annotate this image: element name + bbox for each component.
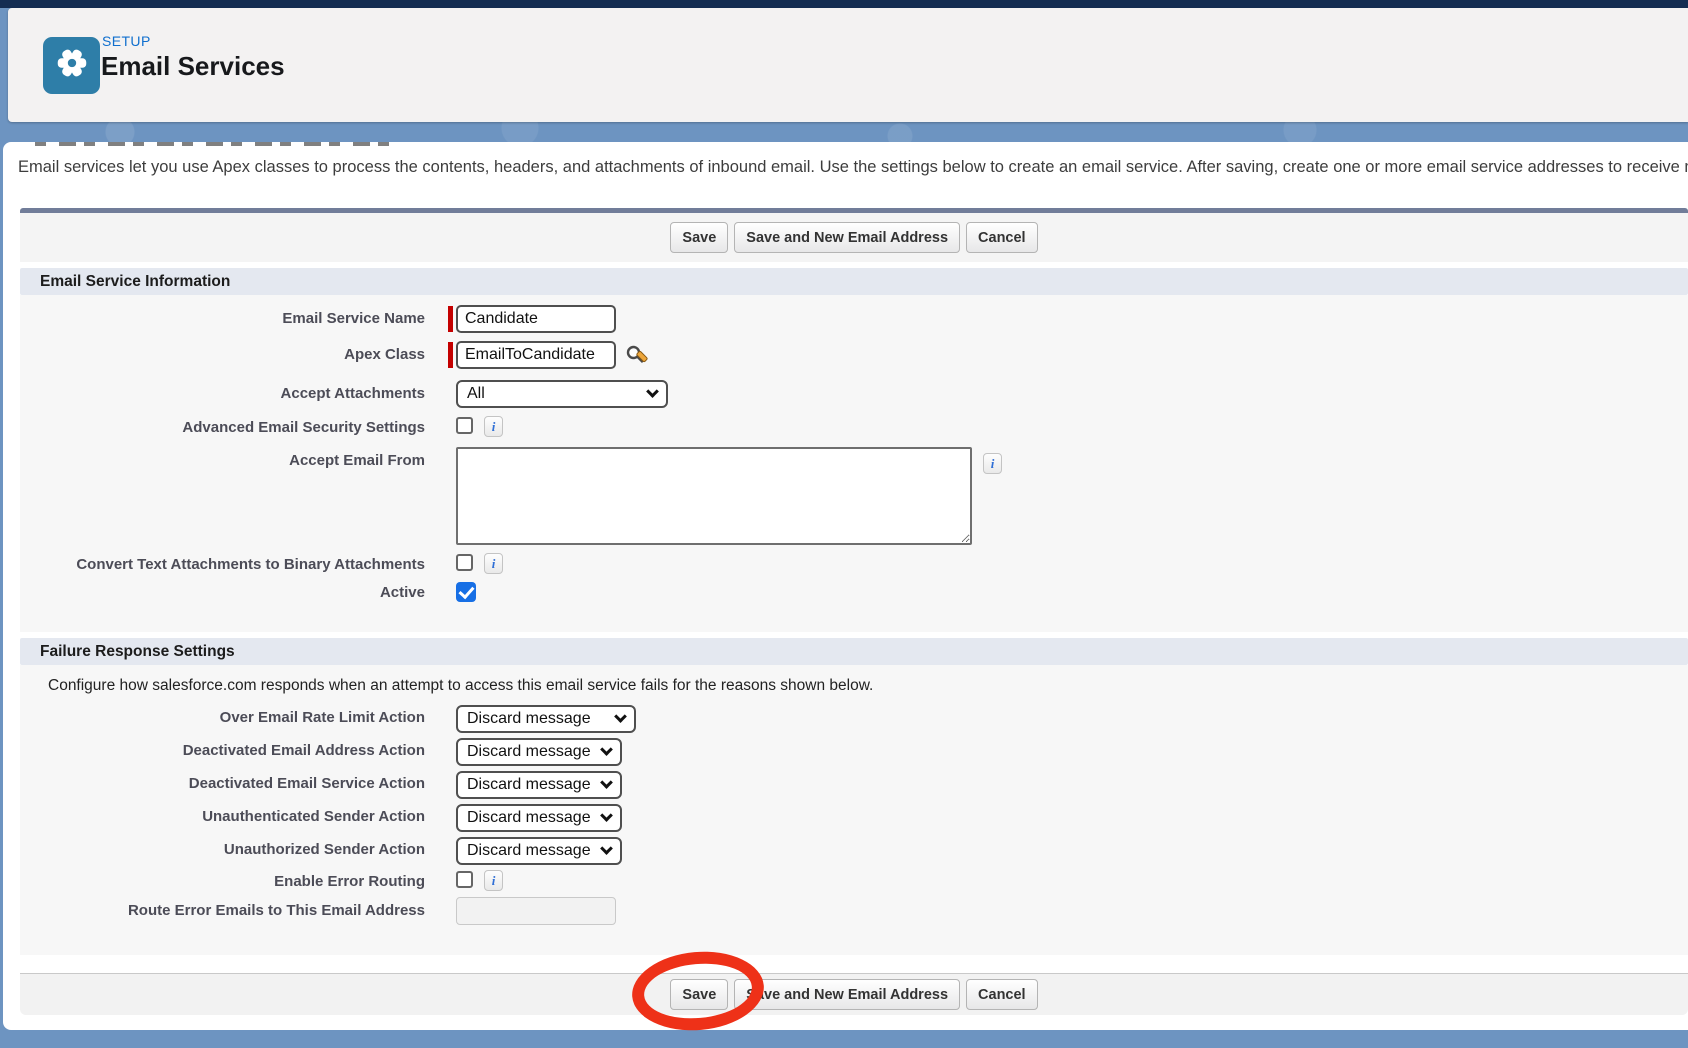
clipped-heading-sliver <box>35 142 391 146</box>
active-checkbox[interactable] <box>456 582 476 602</box>
cancel-button-top[interactable]: Cancel <box>966 222 1038 253</box>
section-header-failure-response-settings: Failure Response Settings <box>20 638 1688 665</box>
over-rate-label: Over Email Rate Limit Action <box>20 705 425 726</box>
field-row-over-rate: Over Email Rate Limit Action Discard mes… <box>20 705 1688 733</box>
info-icon[interactable]: i <box>983 453 1002 474</box>
convert-text-checkbox[interactable] <box>456 554 473 571</box>
unauth-sender-select[interactable]: Discard message <box>456 804 622 832</box>
deact-address-value: Discard message <box>467 743 591 761</box>
cancel-button-bottom[interactable]: Cancel <box>966 979 1038 1010</box>
email-services-setup-page: { "header": { "eyebrow": "SETUP", "title… <box>0 0 1688 1048</box>
bottom-button-row: Save Save and New Email Address Cancel <box>20 973 1688 1015</box>
unauth-sender-value: Discard message <box>467 809 591 827</box>
accept-attachments-label: Accept Attachments <box>20 380 425 402</box>
over-rate-select[interactable]: Discard message <box>456 705 636 733</box>
chevron-down-icon <box>600 743 613 756</box>
unauthz-sender-select[interactable]: Discard message <box>456 837 622 865</box>
gear-icon <box>53 44 91 87</box>
accept-attachments-select[interactable]: All <box>456 380 668 408</box>
accept-attachments-value: All <box>467 385 485 403</box>
advanced-security-label: Advanced Email Security Settings <box>20 416 425 436</box>
chevron-down-icon <box>600 776 613 789</box>
required-indicator <box>448 342 453 368</box>
accept-email-from-textarea[interactable] <box>456 447 972 545</box>
field-row-error-routing: Enable Error Routing i <box>20 870 1688 891</box>
save-and-new-button-top[interactable]: Save and New Email Address <box>734 222 960 253</box>
page-title: Email Services <box>101 51 285 82</box>
lookup-icon[interactable] <box>624 344 648 372</box>
section-body-email-service-information: Email Service Name Apex Class <box>20 295 1688 632</box>
save-button-top[interactable]: Save <box>670 222 728 253</box>
field-row-deact-address: Deactivated Email Address Action Discard… <box>20 738 1688 766</box>
field-row-convert-text: Convert Text Attachments to Binary Attac… <box>20 553 1688 574</box>
field-row-accept-attachments: Accept Attachments All <box>20 380 1688 408</box>
field-row-unauthz-sender: Unauthorized Sender Action Discard messa… <box>20 837 1688 865</box>
over-rate-value: Discard message <box>467 710 591 728</box>
unauthz-sender-value: Discard message <box>467 842 591 860</box>
info-icon[interactable]: i <box>484 416 503 437</box>
page-description: Email services let you use Apex classes … <box>18 158 1688 182</box>
section-body-failure-response-settings: Configure how salesforce.com responds wh… <box>20 665 1688 955</box>
unauthz-sender-label: Unauthorized Sender Action <box>20 837 425 858</box>
apex-class-input[interactable] <box>456 341 616 369</box>
field-row-deact-service: Deactivated Email Service Action Discard… <box>20 771 1688 799</box>
deact-service-value: Discard message <box>467 776 591 794</box>
section-header-email-service-information: Email Service Information <box>20 268 1688 295</box>
field-row-route-error: Route Error Emails to This Email Address <box>20 897 1688 925</box>
route-error-input[interactable] <box>456 897 616 925</box>
error-routing-checkbox[interactable] <box>456 871 473 888</box>
info-icon[interactable]: i <box>484 553 503 574</box>
accept-email-from-label: Accept Email From <box>20 447 425 469</box>
field-row-advanced-security: Advanced Email Security Settings i <box>20 416 1688 437</box>
top-button-row: Save Save and New Email Address Cancel <box>20 213 1688 262</box>
deact-address-select[interactable]: Discard message <box>456 738 622 766</box>
info-icon[interactable]: i <box>484 870 503 891</box>
email-service-name-input[interactable] <box>456 305 616 333</box>
browser-top-strip <box>0 0 1688 8</box>
setup-page-header: SETUP Email Services <box>8 8 1688 122</box>
convert-text-label: Convert Text Attachments to Binary Attac… <box>20 553 425 573</box>
chevron-down-icon <box>600 809 613 822</box>
deact-service-select[interactable]: Discard message <box>456 771 622 799</box>
field-row-apex-class: Apex Class <box>20 341 1688 372</box>
main-content-card: Email services let you use Apex classes … <box>3 142 1688 1030</box>
deact-service-label: Deactivated Email Service Action <box>20 771 425 792</box>
field-row-email-service-name: Email Service Name <box>20 305 1688 333</box>
unauth-sender-label: Unauthenticated Sender Action <box>20 804 425 825</box>
setup-eyebrow: SETUP <box>102 33 151 49</box>
field-row-accept-email-from: Accept Email From i <box>20 447 1688 545</box>
route-error-label: Route Error Emails to This Email Address <box>20 897 425 919</box>
chevron-down-icon <box>646 385 659 398</box>
field-row-active: Active <box>20 580 1688 602</box>
failure-settings-note: Configure how salesforce.com responds wh… <box>20 673 1688 705</box>
required-indicator <box>448 306 453 332</box>
apex-class-label: Apex Class <box>20 341 425 363</box>
deact-address-label: Deactivated Email Address Action <box>20 738 425 759</box>
email-service-form: Save Save and New Email Address Cancel E… <box>20 208 1688 1015</box>
advanced-security-checkbox[interactable] <box>456 417 473 434</box>
setup-gear-tile <box>43 37 100 94</box>
active-label: Active <box>20 580 425 601</box>
chevron-down-icon <box>600 842 613 855</box>
save-and-new-button-bottom[interactable]: Save and New Email Address <box>734 979 960 1010</box>
error-routing-label: Enable Error Routing <box>20 870 425 890</box>
chevron-down-icon <box>614 710 627 723</box>
field-row-unauth-sender: Unauthenticated Sender Action Discard me… <box>20 804 1688 832</box>
email-service-name-label: Email Service Name <box>20 305 425 327</box>
